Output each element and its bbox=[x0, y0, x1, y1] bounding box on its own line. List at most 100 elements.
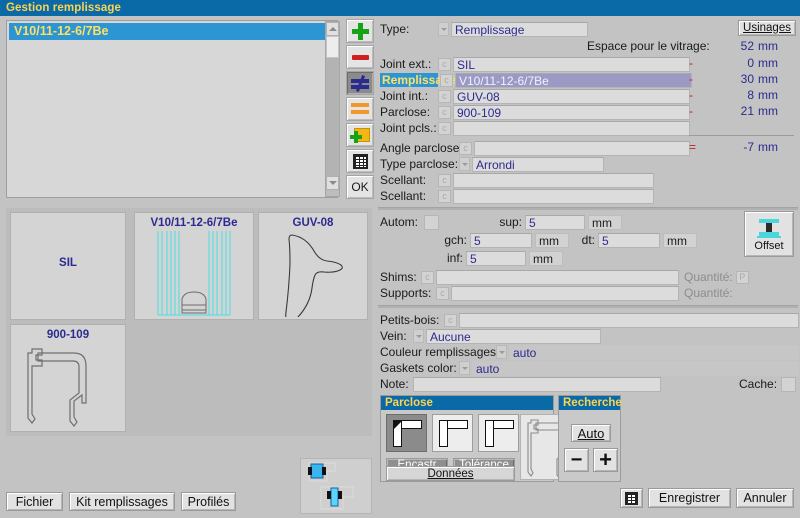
bead-drawing bbox=[11, 341, 125, 429]
auto-button[interactable]: Auto bbox=[571, 424, 611, 442]
donnees-label: Données bbox=[427, 467, 474, 480]
ok-button[interactable]: OK bbox=[346, 175, 374, 199]
dialog-gestion-remplissage: Gestion remplissage V10/11-12-6/7Be OK S… bbox=[0, 0, 800, 518]
grid-icon bbox=[625, 491, 638, 505]
joint-ext-field[interactable]: SIL bbox=[453, 56, 690, 72]
sup-field[interactable]: 5 bbox=[525, 214, 585, 230]
joint-int-field[interactable]: GUV-08 bbox=[453, 88, 690, 104]
type-parclose-dropdown-arrow[interactable] bbox=[459, 157, 470, 171]
angle-parclose-unit: mm bbox=[758, 140, 778, 154]
cache-checkbox[interactable] bbox=[781, 376, 797, 392]
donnees-button[interactable]: Données bbox=[386, 466, 515, 481]
ok-label: OK bbox=[351, 180, 369, 194]
vein-field[interactable]: Aucune bbox=[426, 328, 601, 344]
footer-right: Enregistrer Annuler bbox=[620, 488, 794, 508]
recherche-group-header: Recherche bbox=[559, 396, 622, 410]
remplissage-field[interactable]: V10/11-12-6/7Be bbox=[455, 72, 692, 88]
parclose-value: 21 bbox=[740, 104, 754, 118]
parclose-shape-butt-right[interactable] bbox=[478, 414, 519, 452]
list-item[interactable]: V10/11-12-6/7Be bbox=[9, 23, 335, 40]
shims-field[interactable] bbox=[436, 269, 679, 285]
parclose-checkbox[interactable]: c bbox=[438, 105, 451, 119]
parclose-shape-butt-left[interactable] bbox=[432, 414, 473, 452]
type-label: Type: bbox=[380, 22, 410, 36]
equal-button[interactable] bbox=[346, 97, 374, 121]
cancel-button[interactable]: Annuler bbox=[736, 488, 794, 508]
scellant-2-field[interactable] bbox=[453, 188, 654, 204]
inf-field[interactable]: 5 bbox=[466, 250, 526, 266]
autom-checkbox[interactable] bbox=[424, 214, 439, 230]
add-icon bbox=[351, 22, 369, 40]
angle-parclose-field[interactable] bbox=[474, 140, 690, 156]
not-equal-button[interactable] bbox=[346, 71, 374, 95]
preview-area: SIL V10/11-12-6/7Be GUV-08 900-109 bbox=[6, 208, 372, 436]
add-button[interactable] bbox=[346, 19, 374, 43]
supports-field[interactable] bbox=[451, 285, 679, 301]
gaskets-dropdown-arrow[interactable] bbox=[459, 361, 470, 375]
offset-button[interactable]: Offset bbox=[744, 211, 794, 257]
joint-ext-checkbox[interactable]: c bbox=[438, 57, 451, 71]
list-scrollbar[interactable] bbox=[325, 21, 340, 197]
shims-label: Shims: bbox=[380, 270, 417, 284]
scellant-1-checkbox[interactable]: c bbox=[438, 173, 451, 187]
scellant-2-label: Scellant: bbox=[380, 189, 427, 203]
parclose-field[interactable]: 900-109 bbox=[453, 104, 690, 120]
couleur-dropdown-arrow[interactable] bbox=[496, 345, 507, 359]
petits-bois-field[interactable] bbox=[459, 312, 799, 328]
fillings-listbox[interactable]: V10/11-12-6/7Be bbox=[6, 20, 338, 198]
preview-card-gasket[interactable]: GUV-08 bbox=[258, 212, 368, 320]
couleur-remplissages-label: Couleur remplissages: bbox=[380, 345, 500, 359]
joint-int-value: 8 bbox=[747, 88, 754, 102]
sup-unit: mm bbox=[588, 214, 622, 230]
scroll-down-icon[interactable] bbox=[326, 176, 339, 190]
shims-quantity-label: Quantité: bbox=[684, 270, 733, 284]
scrollbar-thumb[interactable] bbox=[326, 36, 339, 58]
parclose-shape-mitre[interactable] bbox=[386, 414, 427, 452]
usinages-button[interactable]: Usinages bbox=[738, 20, 796, 36]
type-field[interactable]: Remplissage bbox=[451, 21, 588, 37]
joint-ext-value: 0 bbox=[747, 56, 754, 70]
profiles-label: Profilés bbox=[187, 494, 230, 509]
preview-card-sil[interactable]: SIL bbox=[10, 212, 126, 320]
profiles-button[interactable]: Profilés bbox=[181, 492, 236, 511]
scellant-1-field[interactable] bbox=[453, 172, 654, 188]
joint-pcls-field[interactable] bbox=[453, 120, 690, 136]
note-field[interactable] bbox=[413, 376, 661, 392]
dt-field[interactable]: 5 bbox=[598, 232, 660, 248]
table-view-button[interactable] bbox=[620, 488, 643, 508]
kit-remplissages-button[interactable]: Kit remplissages bbox=[69, 492, 175, 511]
remove-button[interactable] bbox=[346, 45, 374, 69]
add-folder-button[interactable] bbox=[346, 123, 374, 147]
scrollbar-track[interactable] bbox=[326, 58, 339, 176]
parclose-label: Parclose: bbox=[380, 105, 431, 119]
gaskets-color-field[interactable]: auto bbox=[472, 360, 799, 376]
shims-checkbox[interactable]: c bbox=[421, 270, 434, 284]
glazing-orientation-icons[interactable] bbox=[300, 458, 372, 514]
supports-checkbox[interactable]: c bbox=[436, 286, 449, 300]
shims-quantity-field[interactable]: P bbox=[735, 270, 749, 284]
vein-dropdown-arrow[interactable] bbox=[413, 329, 424, 343]
type-dropdown-arrow[interactable] bbox=[438, 22, 449, 36]
save-button[interactable]: Enregistrer bbox=[648, 488, 731, 508]
joint-pcls-label: Joint pcls.: bbox=[380, 121, 437, 135]
cache-label: Cache: bbox=[739, 377, 778, 391]
scroll-up-icon[interactable] bbox=[326, 22, 339, 36]
angle-parclose-checkbox[interactable]: c bbox=[459, 141, 472, 155]
type-parclose-label: Type parclose: bbox=[380, 157, 459, 171]
petits-bois-checkbox[interactable]: c bbox=[444, 313, 457, 327]
scellant-2-checkbox[interactable]: c bbox=[438, 189, 451, 203]
joint-int-checkbox[interactable]: c bbox=[438, 89, 451, 103]
joint-pcls-checkbox[interactable]: c bbox=[438, 121, 451, 135]
gch-field[interactable]: 5 bbox=[470, 232, 532, 248]
offset-label: Offset bbox=[754, 239, 784, 252]
fichier-button[interactable]: Fichier bbox=[6, 492, 63, 511]
increment-button[interactable]: + bbox=[593, 448, 618, 472]
gch-unit: mm bbox=[535, 232, 569, 248]
preview-card-bead[interactable]: 900-109 bbox=[10, 324, 126, 432]
couleur-remplissages-field[interactable]: auto bbox=[509, 344, 799, 360]
grid-button[interactable] bbox=[346, 149, 374, 173]
remplissage-checkbox[interactable]: c bbox=[440, 73, 453, 87]
preview-card-filling[interactable]: V10/11-12-6/7Be bbox=[134, 212, 254, 320]
decrement-button[interactable]: − bbox=[564, 448, 589, 472]
type-parclose-field[interactable]: Arrondi bbox=[472, 156, 604, 172]
